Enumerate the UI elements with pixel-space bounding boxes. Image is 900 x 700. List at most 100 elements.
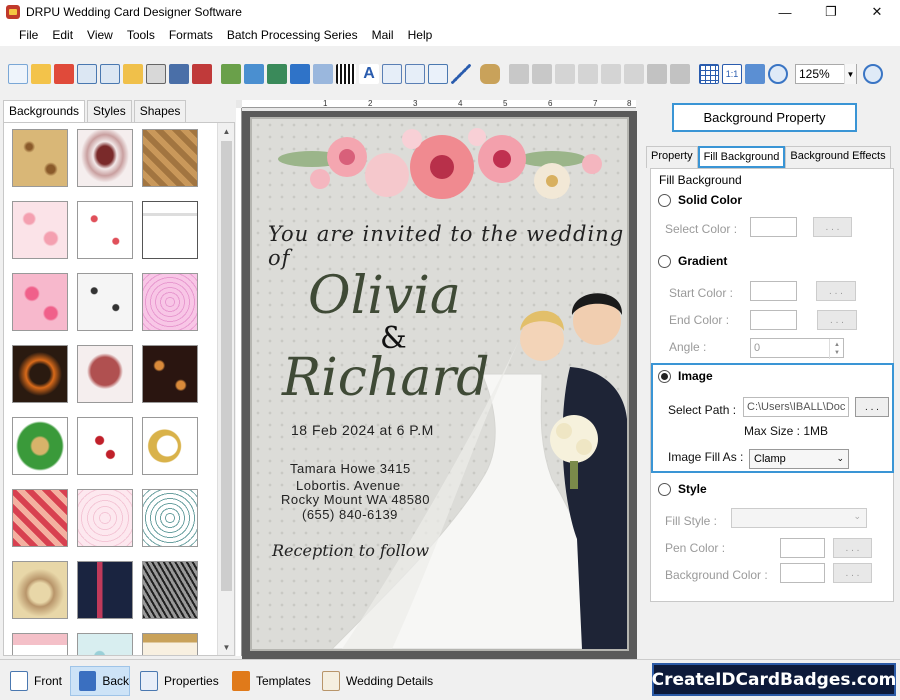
close-button[interactable]: ✕ xyxy=(854,0,900,24)
reception-line[interactable]: Reception to follow xyxy=(272,541,429,560)
shape-tool-icon[interactable] xyxy=(290,64,310,84)
address-line-1[interactable]: Tamara Howe 3415 xyxy=(290,461,411,476)
tab-backgrounds[interactable]: Backgrounds xyxy=(3,100,86,122)
tab-background-effects[interactable]: Background Effects xyxy=(785,146,891,168)
menu-batch-processing[interactable]: Batch Processing Series xyxy=(220,28,365,42)
new-icon[interactable] xyxy=(8,64,28,84)
bg-thumb-green-leaf[interactable] xyxy=(12,417,68,475)
menu-tools[interactable]: Tools xyxy=(120,28,162,42)
print-icon[interactable] xyxy=(169,64,189,84)
fill-style-dropdown[interactable]: ⌄ xyxy=(731,508,867,528)
undo-icon[interactable] xyxy=(509,64,529,84)
style-radio[interactable] xyxy=(658,482,671,496)
menu-help[interactable]: Help xyxy=(401,28,440,42)
tab-fill-background[interactable]: Fill Background xyxy=(697,146,786,168)
image-tool-icon[interactable] xyxy=(244,64,264,84)
address-line-3[interactable]: Rocky Mount WA 48580 xyxy=(281,492,430,507)
back-button[interactable]: Back xyxy=(70,666,130,696)
delete-icon[interactable] xyxy=(624,64,644,84)
event-date[interactable]: 18 Feb 2024 at 6 P.M xyxy=(291,422,434,438)
spinner-arrows-icon[interactable]: ▲ ▼ xyxy=(829,339,844,359)
bg-thumb-moon-star[interactable] xyxy=(142,417,198,475)
open-folder-icon[interactable] xyxy=(31,64,51,84)
bg-thumb-pink-lace[interactable] xyxy=(77,489,133,547)
background-color-swatch[interactable] xyxy=(780,563,825,583)
groom-name[interactable]: Richard xyxy=(282,348,490,408)
start-color-picker-button[interactable]: . . . xyxy=(816,281,856,301)
copy-icon[interactable] xyxy=(578,64,598,84)
zoom-dropdown[interactable]: 125% ▼ xyxy=(795,64,857,84)
close-doc-icon[interactable] xyxy=(54,64,74,84)
line-draw-icon[interactable] xyxy=(451,64,471,84)
invite-line[interactable]: You are invited to the wedding of xyxy=(268,222,628,270)
database-icon[interactable] xyxy=(480,64,500,84)
line-tool-icon[interactable] xyxy=(221,64,241,84)
menu-file[interactable]: File xyxy=(12,28,45,42)
end-color-swatch[interactable] xyxy=(750,310,797,330)
gradient-radio[interactable] xyxy=(658,254,671,268)
watermark-icon[interactable] xyxy=(313,64,333,84)
save-icon[interactable] xyxy=(77,64,97,84)
menu-view[interactable]: View xyxy=(80,28,120,42)
bg-thumb-pink-flowers[interactable] xyxy=(12,201,68,259)
image-fill-dropdown[interactable]: Clamp ⌄ xyxy=(749,449,849,469)
address-line-2[interactable]: Lobortis. Avenue xyxy=(296,478,401,493)
text-tool-icon[interactable]: A xyxy=(359,64,379,84)
start-color-swatch[interactable] xyxy=(750,281,797,301)
send-back-icon[interactable] xyxy=(670,64,690,84)
copy-design-icon[interactable] xyxy=(192,64,212,84)
bg-thumb-dark-floral[interactable] xyxy=(142,345,198,403)
image-path-field[interactable]: C:\Users\IBALL\Doc xyxy=(743,397,849,417)
word-art-icon[interactable] xyxy=(382,64,402,84)
wedding-details-button[interactable]: Wedding Details xyxy=(314,666,442,696)
save-as-icon[interactable] xyxy=(100,64,120,84)
image-radio[interactable] xyxy=(658,369,671,383)
bg-thumb-heart-quilt[interactable] xyxy=(12,489,68,547)
bg-thumb-couples[interactable] xyxy=(77,273,133,331)
bring-front-icon[interactable] xyxy=(647,64,667,84)
bg-thumb-floral-border[interactable] xyxy=(12,633,68,655)
bg-thumb-bronze-pattern[interactable] xyxy=(142,129,198,187)
tab-shapes[interactable]: Shapes xyxy=(133,100,187,122)
bg-thumb-mandala[interactable] xyxy=(142,489,198,547)
bg-thumb-temple[interactable] xyxy=(142,201,198,259)
background-color-picker-button[interactable]: . . . xyxy=(833,563,872,583)
phone-number[interactable]: (655) 840-6139 xyxy=(302,507,398,522)
chevron-down-icon[interactable]: ▼ xyxy=(844,64,856,84)
tab-styles[interactable]: Styles xyxy=(87,100,132,122)
scroll-up-icon[interactable]: ▲ xyxy=(218,123,234,139)
bg-thumb-pink-swirls[interactable] xyxy=(142,273,198,331)
bg-thumb-pink-hearts[interactable] xyxy=(12,273,68,331)
templates-button[interactable]: Templates xyxy=(224,666,312,696)
bg-thumb-red-hearts[interactable] xyxy=(77,417,133,475)
bg-thumb-elephant[interactable] xyxy=(77,345,133,403)
zoom-out-icon[interactable] xyxy=(863,64,883,84)
maximize-button[interactable]: ❐ xyxy=(808,0,854,24)
bg-thumb-gold-floral[interactable] xyxy=(12,129,68,187)
paste-icon[interactable] xyxy=(601,64,621,84)
bg-thumb-paisley[interactable] xyxy=(77,129,133,187)
image-option[interactable]: Image xyxy=(658,369,713,383)
grid-icon[interactable] xyxy=(699,64,719,84)
tab-property[interactable]: Property xyxy=(646,146,698,168)
solid-color-swatch[interactable] xyxy=(750,217,797,237)
minimize-button[interactable]: — xyxy=(762,0,808,24)
print-preview-icon[interactable] xyxy=(146,64,166,84)
solid-color-picker-button[interactable]: . . . xyxy=(813,217,852,237)
actual-size-icon[interactable]: 1:1 xyxy=(722,64,742,84)
export-icon[interactable] xyxy=(123,64,143,84)
end-color-picker-button[interactable]: . . . xyxy=(817,310,857,330)
menu-formats[interactable]: Formats xyxy=(162,28,220,42)
bride-name[interactable]: Olivia xyxy=(308,266,461,326)
pen-color-picker-button[interactable]: . . . xyxy=(833,538,872,558)
cut-icon[interactable] xyxy=(555,64,575,84)
bg-thumb-gold-frame[interactable] xyxy=(142,633,198,655)
thumbnail-scrollbar[interactable]: ▲ ▼ xyxy=(217,123,234,655)
solid-color-option[interactable]: Solid Color xyxy=(658,193,742,207)
zoom-in-icon[interactable] xyxy=(768,64,788,84)
bg-thumb-hearts[interactable] xyxy=(77,201,133,259)
menu-edit[interactable]: Edit xyxy=(45,28,80,42)
scroll-down-icon[interactable]: ▼ xyxy=(218,639,234,655)
solid-color-radio[interactable] xyxy=(658,193,671,207)
front-button[interactable]: Front xyxy=(2,666,68,696)
